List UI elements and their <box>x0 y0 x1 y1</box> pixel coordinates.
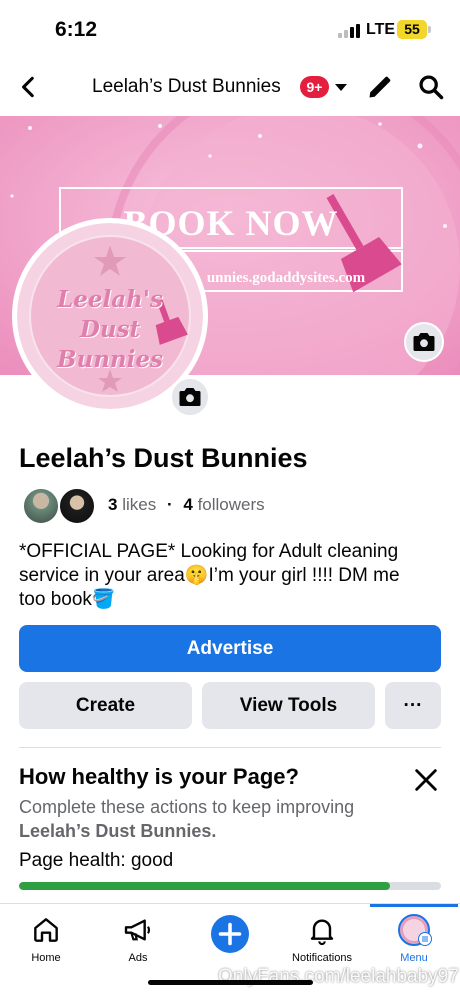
tab-notifications[interactable]: Notifications <box>276 904 368 974</box>
pencil-icon[interactable] <box>366 73 394 101</box>
health-status: Page health: good <box>19 850 173 872</box>
status-bar: 6:12 LTE 55 <box>0 0 460 62</box>
profile-camera-button[interactable] <box>170 377 210 417</box>
health-progress-fill <box>19 882 391 890</box>
cover-camera-button[interactable] <box>404 322 444 362</box>
battery-icon: 55 <box>397 20 427 39</box>
battery-nub <box>428 26 431 33</box>
chevron-down-icon[interactable] <box>335 84 347 91</box>
page-bio: *OFFICIAL PAGE* Looking for Adult cleani… <box>19 541 400 610</box>
more-options-button[interactable]: ··· <box>385 682 441 729</box>
tab-home[interactable]: Home <box>0 904 92 974</box>
page-title: Leelah’s Dust Bunnies <box>19 443 308 473</box>
network-type: LTE <box>366 21 396 38</box>
health-card-title: How healthy is your Page? <box>19 764 299 789</box>
advertise-button[interactable]: Advertise <box>19 625 441 672</box>
view-tools-button[interactable]: View Tools <box>202 682 375 729</box>
tab-ads[interactable]: Ads <box>92 904 184 974</box>
health-card-subtitle: Complete these actions to keep improving… <box>19 795 419 843</box>
followers-label: followers <box>197 495 265 514</box>
follower-avatars[interactable] <box>22 487 98 525</box>
create-button[interactable]: Create <box>19 682 192 729</box>
search-icon[interactable] <box>417 73 445 101</box>
camera-icon <box>179 388 201 406</box>
close-icon[interactable] <box>412 766 440 794</box>
profile-logo-line-1: Leelah's <box>57 286 163 313</box>
back-arrow-icon[interactable] <box>16 74 42 100</box>
health-subtitle-text: Complete these actions to keep improving <box>19 797 355 817</box>
bell-icon <box>310 919 334 945</box>
tab-menu[interactable]: Menu <box>368 904 460 974</box>
hamburger-lines-icon <box>422 936 428 942</box>
health-page-name: Leelah’s Dust Bunnies. <box>19 821 217 841</box>
likes-followers[interactable]: 3 likes · 4 followers <box>108 495 265 515</box>
plus-circle-icon <box>211 915 249 953</box>
health-status-value: good <box>130 850 174 871</box>
signal-icon <box>338 24 362 38</box>
profile-logo-line-3: Bunnies <box>57 346 163 373</box>
tab-home-label: Home <box>31 952 61 964</box>
profile-logo-line-2: Dust <box>79 316 141 343</box>
health-progress-bar <box>19 882 441 890</box>
avatar <box>22 487 60 525</box>
megaphone-icon <box>124 919 151 941</box>
avatar <box>58 487 96 525</box>
likes-count: 3 <box>108 495 118 514</box>
health-status-label: Page health: <box>19 850 126 871</box>
notification-badge: 9+ <box>300 76 329 98</box>
tab-notifications-label: Notifications <box>292 952 352 964</box>
likes-label: likes <box>122 495 157 514</box>
home-indicator <box>148 980 313 985</box>
camera-icon <box>413 333 435 351</box>
tab-menu-label: Menu <box>400 952 428 964</box>
home-icon <box>34 918 58 942</box>
page-nav-bar: Leelah’s Dust Bunnies 9+ <box>0 62 460 114</box>
tab-ads-label: Ads <box>128 952 148 964</box>
status-time: 6:12 <box>55 18 98 41</box>
cover-url: unnies.godaddysites.com <box>206 270 366 286</box>
tab-create[interactable] <box>184 904 276 974</box>
section-divider <box>19 747 441 748</box>
followers-count: 4 <box>183 495 193 514</box>
menu-hamburger-icon <box>418 932 432 946</box>
separator-dot: · <box>166 495 173 514</box>
nav-page-title[interactable]: Leelah’s Dust Bunnies <box>92 76 281 98</box>
